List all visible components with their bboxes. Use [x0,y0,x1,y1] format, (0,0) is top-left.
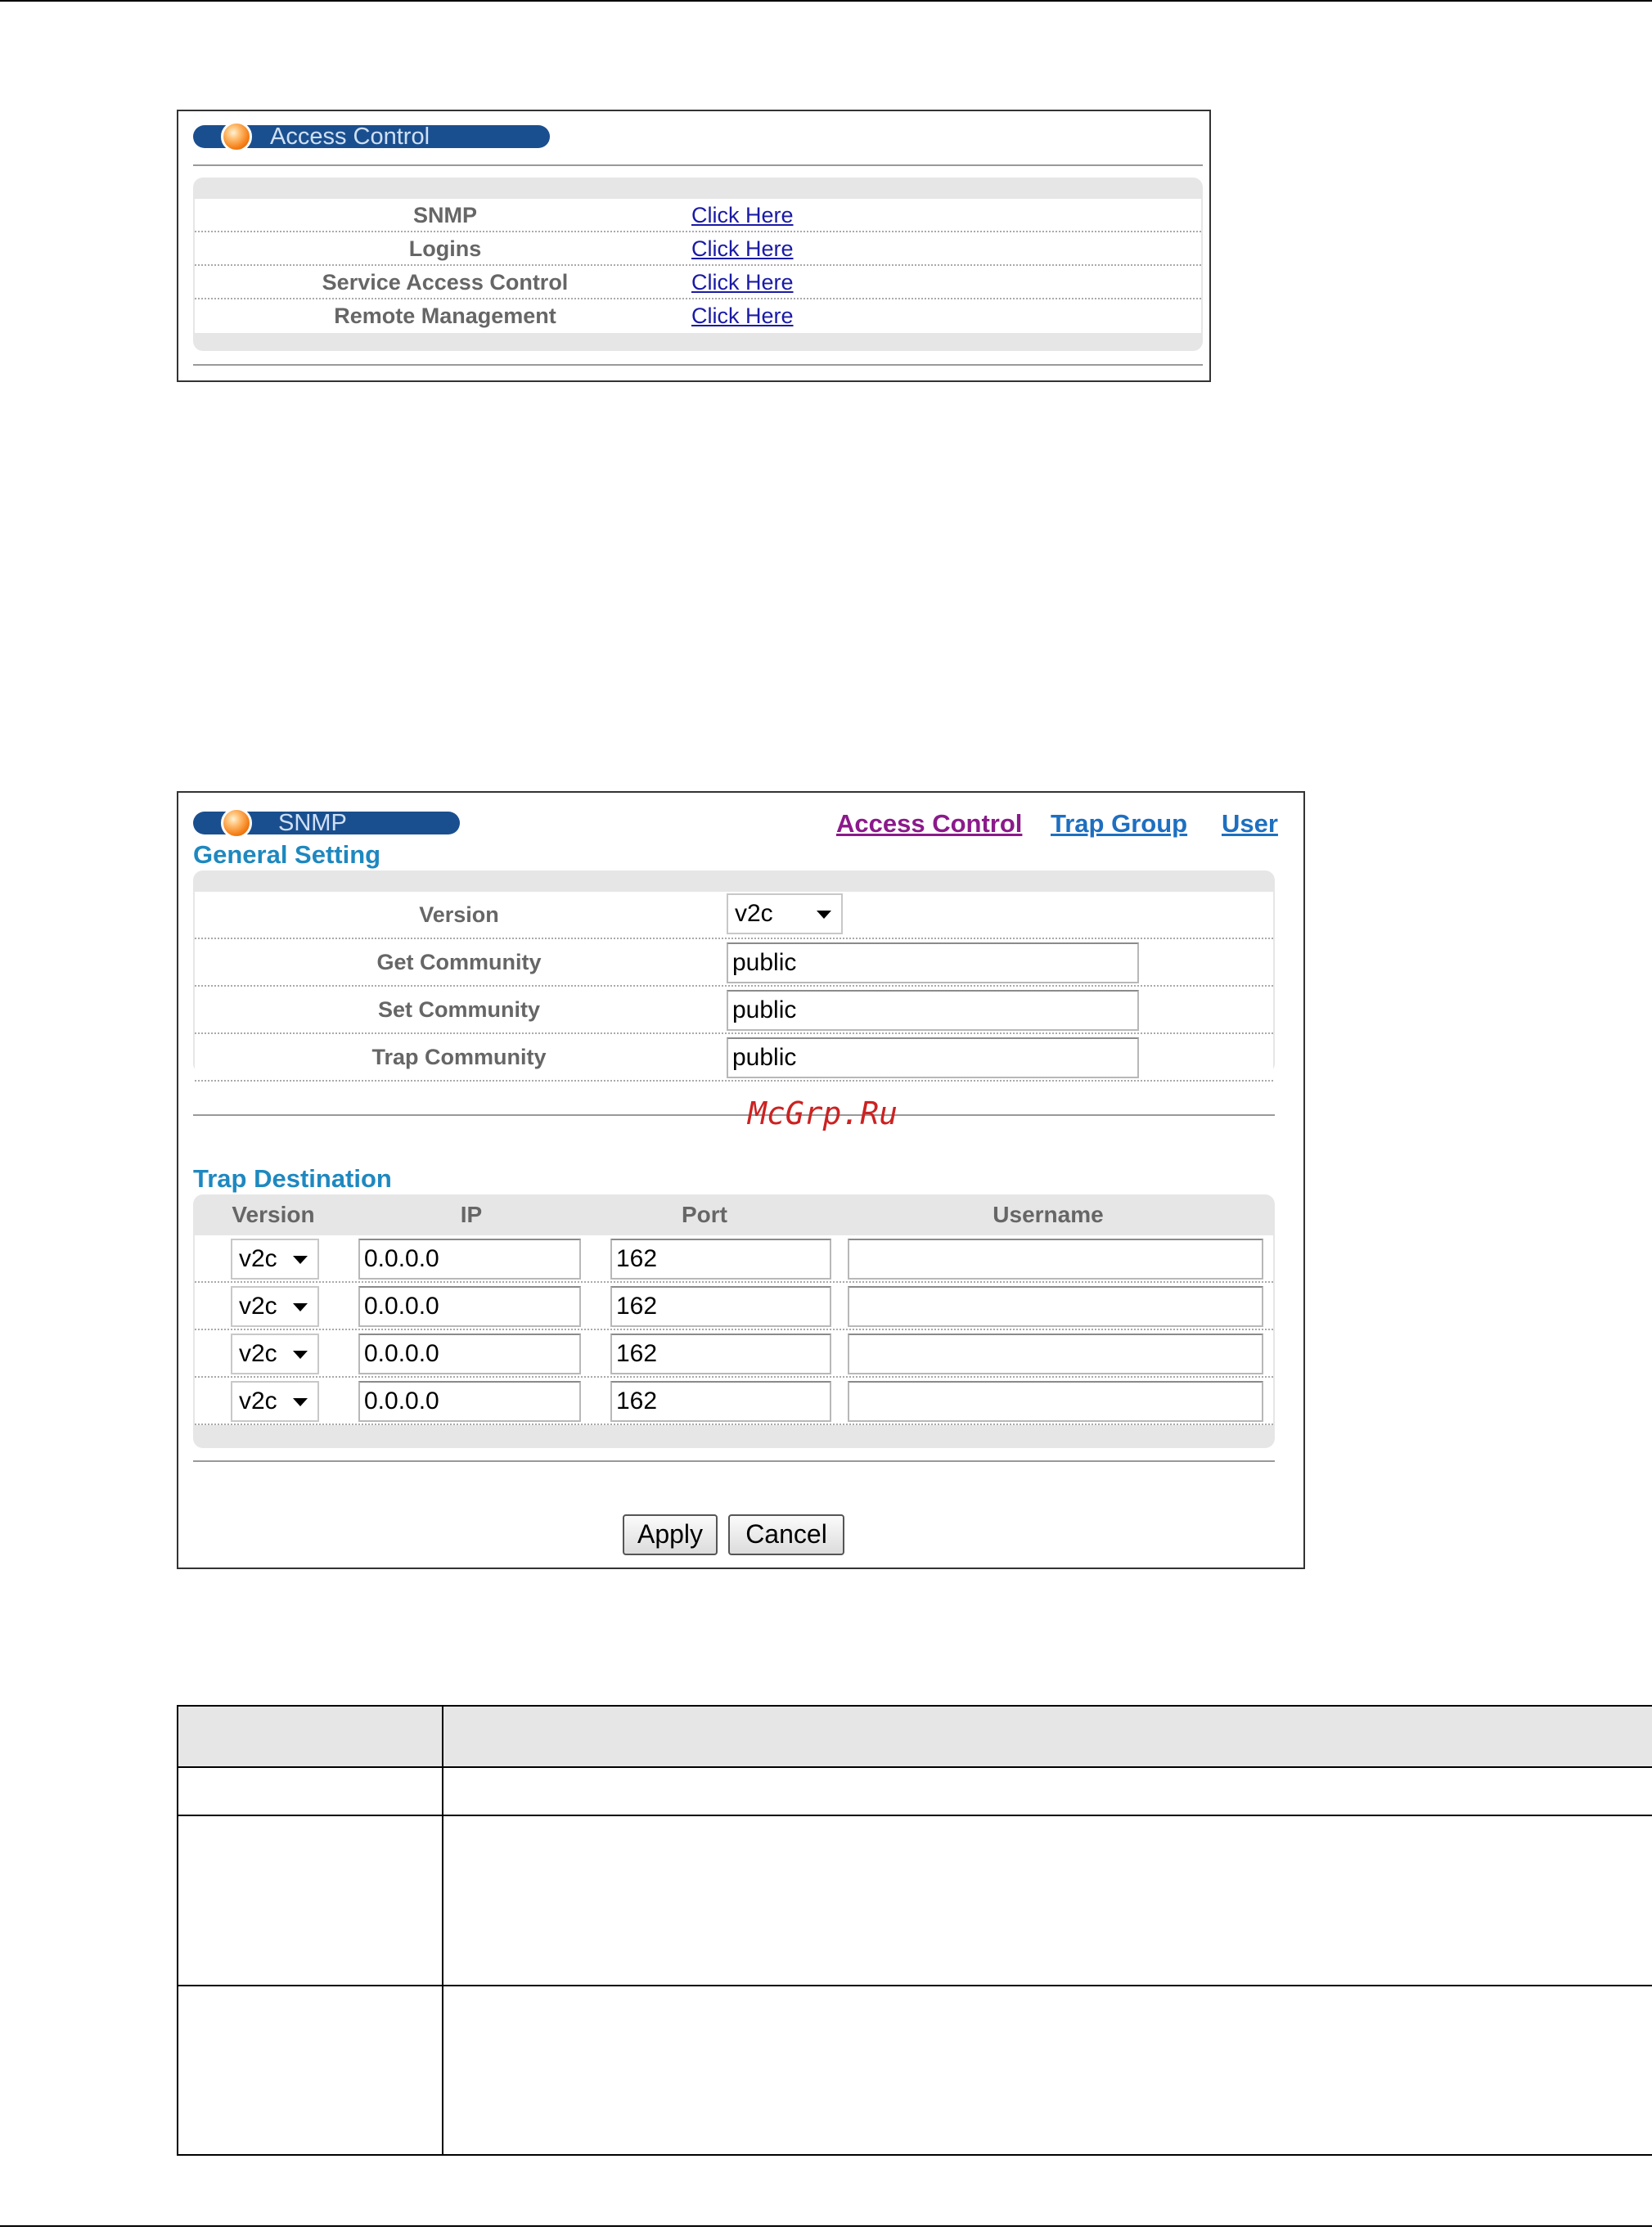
access-control-title: Access Control [270,124,430,150]
table-row: Get Community public [195,939,1273,987]
access-control-title-bar: Access Control [193,121,550,152]
set-community-input[interactable]: public [727,990,1139,1031]
trap-ip-input[interactable]: 0.0.0.0 [358,1239,581,1280]
trap-port-input[interactable]: 162 [610,1239,831,1280]
trap-username-input[interactable] [848,1381,1263,1422]
row-label-snmp: SNMP [412,203,477,227]
top-page-rule [0,0,1652,2]
cancel-button[interactable]: Cancel [728,1514,844,1555]
general-setting-title: General Setting [193,840,381,869]
snmp-title: SNMP [278,810,347,836]
access-control-panel: Access Control SNMP Click Here Logins Cl… [177,110,1211,382]
row-divider [178,1985,1652,1986]
trap-username-input[interactable] [848,1239,1263,1280]
table-row: v2c 0.0.0.0 162 [195,1378,1273,1425]
trap-version-value: v2c [239,1388,277,1415]
nav-access-control-link[interactable]: Access Control [836,809,1022,839]
trap-port-input[interactable]: 162 [610,1286,831,1327]
table-row: Set Community public [195,987,1273,1034]
trap-version-select[interactable]: v2c [231,1239,319,1280]
row-label-remote-management: Remote Management [334,304,556,328]
column-header-username: Username [993,1202,1104,1227]
chevron-down-icon [817,911,831,919]
general-setting-table: Version v2c Get Community public Set Com… [193,870,1275,1082]
service-access-control-click-here-link[interactable]: Click Here [691,270,794,295]
snmp-panel: SNMP Access Control Trap Group User Gene… [177,791,1305,1569]
version-label: Version [419,902,499,927]
nav-trap-group-link[interactable]: Trap Group [1051,809,1187,839]
chevron-down-icon [293,1303,308,1311]
trap-destination-title: Trap Destination [193,1164,392,1193]
chevron-down-icon [293,1351,308,1359]
snmp-click-here-link[interactable]: Click Here [691,203,794,228]
header-divider [178,1766,1652,1768]
description-table [177,1705,1652,2156]
trap-destination-table: Version IP Port Username v2c 0.0.0.0 162… [193,1194,1275,1448]
trap-port-input[interactable]: 162 [610,1334,831,1374]
orange-orb-icon [221,121,252,152]
version-select[interactable]: v2c [727,893,843,934]
logins-click-here-link[interactable]: Click Here [691,236,794,262]
trap-port-input[interactable]: 162 [610,1381,831,1422]
table-row: Service Access Control Click Here [195,266,1201,299]
trap-version-select[interactable]: v2c [231,1286,319,1327]
trap-ip-input[interactable]: 0.0.0.0 [358,1334,581,1374]
trap-username-input[interactable] [848,1286,1263,1327]
column-header-version: Version [232,1202,315,1227]
row-divider [178,1815,1652,1816]
trap-version-value: v2c [239,1293,277,1320]
chevron-down-icon [293,1256,308,1264]
remote-management-click-here-link[interactable]: Click Here [691,304,794,329]
trap-version-value: v2c [239,1245,277,1272]
column-divider [442,1707,443,2156]
column-header-ip: IP [460,1202,483,1227]
watermark-text: McGrp.Ru [748,1095,898,1131]
table-row: v2c 0.0.0.0 162 [195,1330,1273,1378]
trap-version-select[interactable]: v2c [231,1334,319,1374]
table-row: v2c 0.0.0.0 162 [195,1235,1273,1283]
nav-user-link[interactable]: User [1222,809,1278,839]
set-community-label: Set Community [377,997,541,1022]
get-community-input[interactable]: public [727,942,1139,983]
chevron-down-icon [293,1398,308,1406]
table-row: SNMP Click Here [195,199,1201,232]
row-label-logins: Logins [408,236,482,261]
access-control-top-rule [193,164,1203,166]
apply-button[interactable]: Apply [623,1514,718,1555]
table-row: Logins Click Here [195,232,1201,266]
trap-community-label: Trap Community [371,1045,547,1069]
row-label-service-access-control: Service Access Control [322,270,569,295]
table-row: Trap Community public [195,1034,1273,1082]
bottom-page-rule [0,2225,1652,2227]
orange-orb-icon [221,807,252,839]
trap-version-select[interactable]: v2c [231,1381,319,1422]
access-control-bottom-rule [193,364,1203,366]
table-row: Remote Management Click Here [195,299,1201,333]
table-row: v2c 0.0.0.0 162 [195,1283,1273,1330]
get-community-label: Get Community [376,950,542,974]
trap-ip-input[interactable]: 0.0.0.0 [358,1381,581,1422]
table-row: Version v2c [195,892,1273,939]
access-control-table: SNMP Click Here Logins Click Here Servic… [193,178,1203,351]
trap-version-value: v2c [239,1340,277,1367]
table-header-row [178,1707,1652,1766]
trap-username-input[interactable] [848,1334,1263,1374]
general-setting-bottom-rule [193,1114,1275,1116]
column-header-port: Port [682,1202,727,1227]
trap-ip-input[interactable]: 0.0.0.0 [358,1286,581,1327]
trap-destination-bottom-rule [193,1460,1275,1462]
trap-community-input[interactable]: public [727,1037,1139,1078]
snmp-title-bar: SNMP [193,807,460,839]
version-select-value: v2c [735,900,773,927]
